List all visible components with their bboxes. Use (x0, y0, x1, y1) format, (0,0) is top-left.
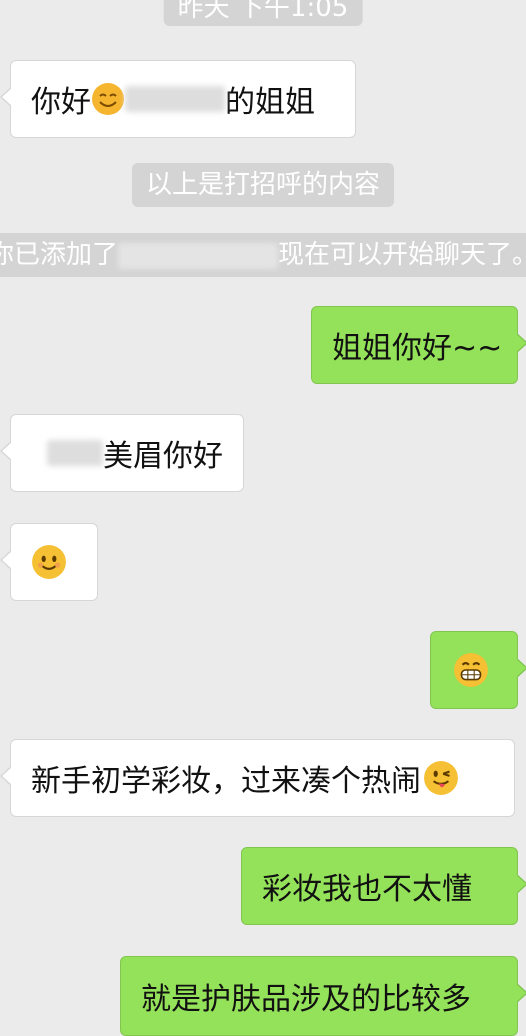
message-bubble-outgoing[interactable]: 彩妆我也不太懂 (241, 847, 526, 925)
message-bubble-outgoing[interactable] (430, 631, 526, 709)
message-text: 就是护肤品涉及的比较多 (141, 982, 471, 1017)
message-bubble-incoming[interactable] (0, 523, 98, 601)
system-notice: 你已添加了 现在可以开始聊天了。 (0, 233, 526, 277)
grin-emoji-icon (454, 653, 488, 687)
system-notice-text: 现在可以开始聊天了。 (278, 240, 526, 270)
message-text: 姐姐你好~~ (332, 331, 503, 366)
system-notice-text: 以上是打招呼的内容 (145, 170, 381, 200)
smile-emoji-icon (92, 83, 124, 115)
message-text: 你好 (31, 85, 91, 120)
wink-tongue-emoji-icon (424, 761, 458, 795)
timestamp-text: 昨天 下午1:05 (177, 0, 349, 23)
message-bubble-incoming[interactable]: 美眉你好 (0, 414, 244, 492)
message-bubble-outgoing[interactable]: 就是护肤品涉及的比较多 (120, 956, 526, 1036)
message-text: 美眉你好 (103, 439, 223, 474)
message-bubble-incoming[interactable]: 你好 的姐姐 (0, 60, 356, 138)
message-bubble-incoming[interactable]: 新手初学彩妆，过来凑个热闹 (0, 739, 515, 817)
system-notice-text: 你已添加了 (0, 240, 118, 270)
system-notice: 以上是打招呼的内容 (131, 163, 395, 207)
redacted-name (125, 86, 225, 112)
message-text: 新手初学彩妆，过来凑个热闹 (31, 764, 421, 799)
redacted-name (47, 440, 103, 466)
message-bubble-outgoing[interactable]: 姐姐你好~~ (311, 306, 526, 384)
message-text: 的姐姐 (225, 85, 315, 120)
message-text: 彩妆我也不太懂 (262, 872, 472, 907)
redacted-name (118, 242, 278, 269)
timestamp-pill: 昨天 下午1:05 (163, 0, 363, 26)
smile-emoji-icon (32, 545, 66, 579)
